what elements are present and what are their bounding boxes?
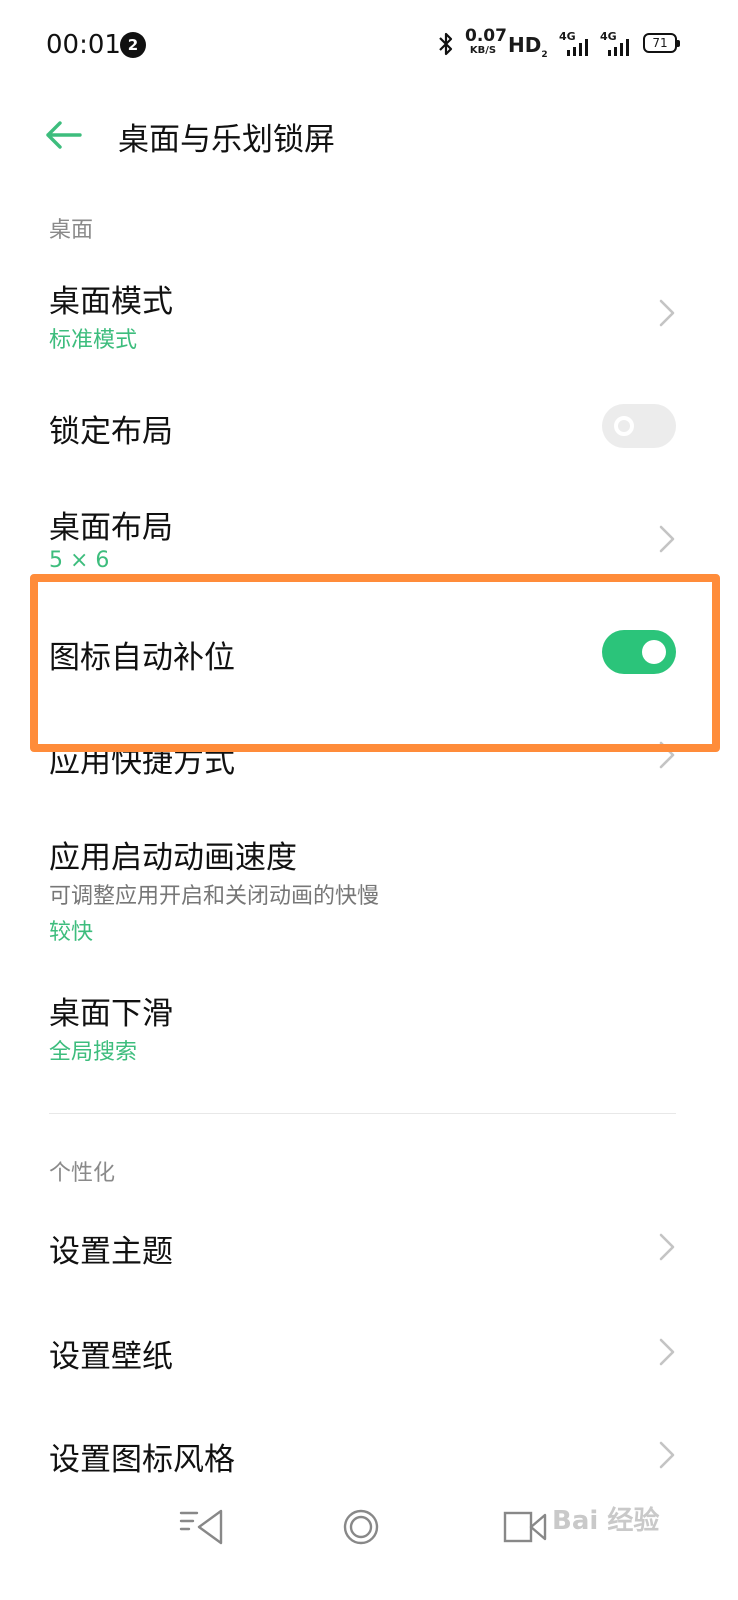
- chevron-right-icon: [659, 1233, 675, 1261]
- row-desktop-mode[interactable]: 桌面模式 标准模式: [0, 262, 738, 362]
- network-speed-unit: KB/S: [469, 45, 497, 56]
- chevron-right-icon: [659, 1338, 675, 1366]
- row-description: 可调整应用开启和关闭动画的快慢: [49, 884, 380, 909]
- signal-icon: [567, 39, 588, 56]
- back-arrow-icon: [46, 121, 82, 149]
- hd-voice-indicator: HD2: [508, 33, 548, 60]
- row-desktop-layout[interactable]: 桌面布局 5 × 6: [0, 488, 738, 588]
- toggle-knob: [642, 640, 666, 664]
- toggle-knob: [614, 416, 634, 436]
- row-value: 较快: [49, 920, 94, 945]
- hd-label: HD: [508, 33, 542, 57]
- bluetooth-icon: [437, 31, 455, 61]
- row-auto-fill-icons[interactable]: 图标自动补位: [0, 606, 738, 698]
- row-title: 应用快捷方式: [49, 744, 235, 780]
- row-title: 桌面模式: [49, 284, 173, 320]
- auto-fill-icons-toggle[interactable]: [602, 630, 676, 674]
- row-title: 设置壁纸: [49, 1339, 173, 1375]
- chevron-right-icon: [659, 1441, 675, 1469]
- section-divider: [49, 1113, 676, 1114]
- row-value: 全局搜索: [49, 1040, 138, 1065]
- row-value: 5 × 6: [49, 548, 110, 573]
- signal-icon: [608, 39, 629, 56]
- row-title: 设置主题: [49, 1234, 173, 1270]
- watermark: Bai 经验: [552, 1506, 660, 1536]
- nav-home-icon: [343, 1509, 379, 1545]
- back-button[interactable]: [40, 112, 86, 158]
- row-value: 标准模式: [49, 328, 138, 353]
- row-set-icon-style[interactable]: 设置图标风格: [0, 1410, 738, 1500]
- nav-recents-button[interactable]: [494, 1502, 554, 1552]
- network-speed: 0.07 KB/S: [465, 26, 507, 56]
- row-launch-animation-speed[interactable]: 应用启动动画速度 可调整应用开启和关闭动画的快慢 较快: [0, 820, 738, 950]
- row-app-shortcuts[interactable]: 应用快捷方式: [0, 716, 738, 806]
- row-desktop-swipe-down[interactable]: 桌面下滑 全局搜索: [0, 976, 738, 1076]
- nav-home-button[interactable]: [331, 1502, 391, 1552]
- status-time: 00:01: [46, 30, 121, 60]
- row-title: 桌面下滑: [49, 996, 173, 1032]
- row-set-wallpaper[interactable]: 设置壁纸: [0, 1305, 738, 1397]
- row-title: 设置图标风格: [49, 1442, 235, 1478]
- chevron-right-icon: [659, 741, 675, 769]
- screen: 00:01 2 0.07 KB/S HD2 4G 4G 71 桌面与乐划锁屏 桌…: [0, 0, 738, 1600]
- nav-back-icon: [179, 1509, 223, 1545]
- row-lock-layout[interactable]: 锁定布局: [0, 380, 738, 470]
- hd-sub: 2: [541, 50, 548, 60]
- page-title: 桌面与乐划锁屏: [118, 122, 335, 158]
- chevron-right-icon: [659, 525, 675, 553]
- chevron-right-icon: [659, 299, 675, 327]
- network-speed-value: 0.07: [465, 26, 507, 46]
- row-title: 应用启动动画速度: [49, 840, 297, 876]
- nav-recents-icon: [503, 1511, 547, 1543]
- section-header-desktop: 桌面: [49, 218, 94, 243]
- nav-back-button[interactable]: [170, 1502, 230, 1552]
- row-title: 桌面布局: [49, 510, 173, 546]
- battery-icon: 71: [643, 33, 680, 53]
- section-header-personalize: 个性化: [49, 1161, 116, 1186]
- lock-layout-toggle[interactable]: [602, 404, 676, 448]
- notification-count-badge: 2: [120, 32, 146, 58]
- status-bar: 00:01 2 0.07 KB/S HD2 4G 4G 71: [0, 0, 738, 90]
- row-set-theme[interactable]: 设置主题: [0, 1200, 738, 1292]
- row-title: 图标自动补位: [49, 640, 235, 676]
- row-title: 锁定布局: [49, 414, 173, 450]
